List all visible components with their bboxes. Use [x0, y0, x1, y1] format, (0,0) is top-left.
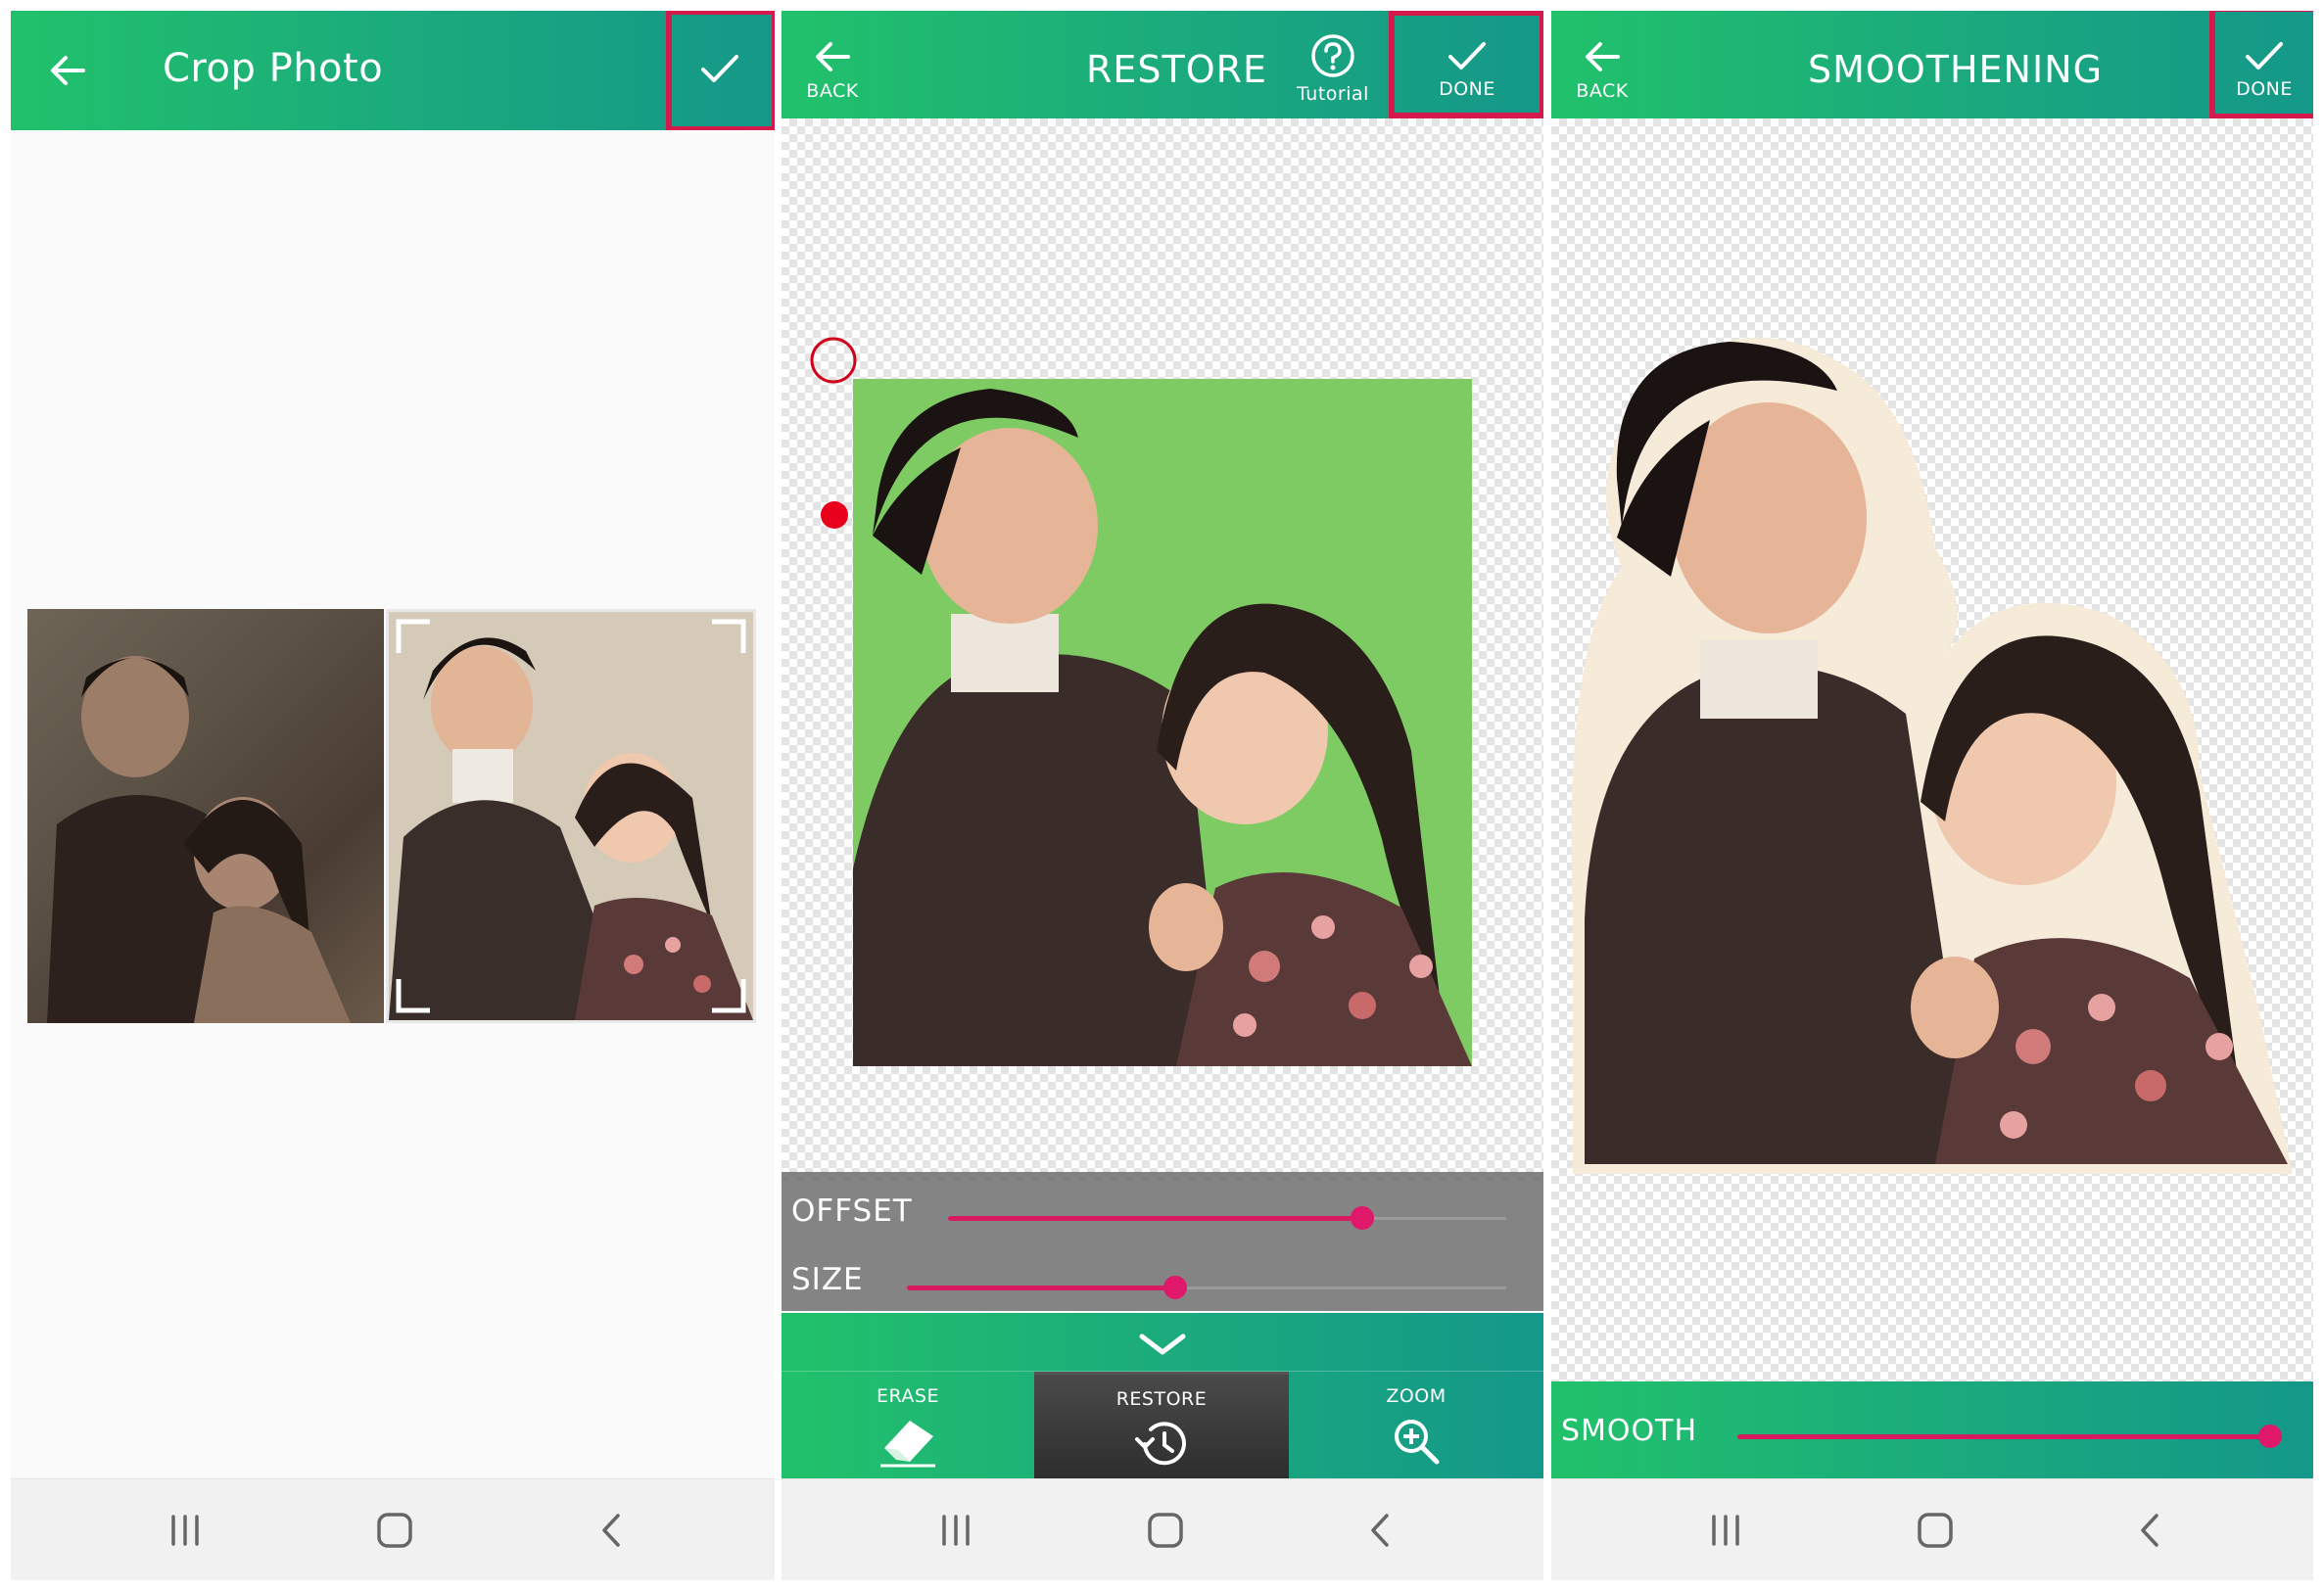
offset-slider-thumb[interactable] [1351, 1206, 1374, 1230]
back-nav-icon[interactable] [2131, 1511, 2170, 1550]
crop-canvas [11, 130, 775, 1478]
back-button[interactable]: BACK [1573, 28, 1632, 111]
size-slider-thumb[interactable] [1163, 1276, 1187, 1299]
restore-canvas[interactable] [782, 118, 1543, 1182]
help-circle-icon [1311, 34, 1354, 77]
check-icon [1448, 42, 1486, 70]
tutorial-button[interactable]: Tutorial [1289, 24, 1377, 113]
zoom-in-icon [1395, 1420, 1440, 1465]
recent-apps-icon[interactable] [166, 1511, 205, 1550]
arrow-left-icon [816, 42, 850, 71]
home-icon[interactable] [375, 1511, 414, 1550]
smooth-slider-thumb[interactable] [2258, 1425, 2282, 1448]
zoom-tool[interactable]: ZOOM [1289, 1372, 1543, 1479]
done-button[interactable]: DONE [2217, 26, 2311, 113]
home-icon[interactable] [1916, 1511, 1955, 1550]
smooth-toolbar: BACK SMOOTHENING DONE [1551, 11, 2313, 119]
home-icon[interactable] [1146, 1511, 1185, 1550]
recent-apps-icon[interactable] [1706, 1511, 1745, 1550]
done-label: DONE [2236, 78, 2293, 100]
restore-toolbar: BACK RESTORE Tutorial DONE [782, 11, 1543, 118]
back-nav-icon[interactable] [1361, 1511, 1400, 1550]
brush-cursor-ring[interactable] [809, 336, 858, 385]
arrow-left-icon [1586, 42, 1620, 71]
restore-history-icon [1135, 1422, 1186, 1466]
done-button[interactable]: DONE [1399, 26, 1536, 113]
tool-bar: ERASE RESTORE ZOOM [782, 1313, 1543, 1479]
back-nav-icon[interactable] [593, 1511, 632, 1550]
cutout-subject [1571, 338, 2293, 1174]
crop-corner-handles[interactable] [389, 612, 753, 1020]
chevron-down-icon[interactable] [1138, 1333, 1187, 1358]
restore-screen: BACK RESTORE Tutorial DONE OFFSET SIZE E… [782, 11, 1543, 1580]
restore-tool[interactable]: RESTORE [1034, 1372, 1289, 1479]
system-nav-bar [782, 1478, 1543, 1580]
smooth-label: SMOOTH [1561, 1414, 1698, 1448]
smooth-fill [1737, 1434, 2282, 1439]
arrow-left-icon[interactable] [48, 51, 87, 90]
crop-photo-screen: Crop Photo [11, 11, 775, 1580]
restore-label: RESTORE [1115, 1388, 1208, 1410]
page-title: SMOOTHENING [1808, 48, 2104, 91]
edited-photo [853, 379, 1472, 1066]
crop-toolbar: Crop Photo [11, 11, 775, 132]
photo-dimmed-region [27, 609, 384, 1023]
smooth-panel: SMOOTH [1551, 1381, 2313, 1478]
crop-selection-area[interactable] [386, 609, 756, 1023]
offset-label: OFFSET [791, 1193, 913, 1229]
size-label: SIZE [791, 1262, 864, 1297]
system-nav-bar [1551, 1478, 2313, 1580]
system-nav-bar [11, 1478, 775, 1580]
smoothening-screen: BACK SMOOTHENING DONE SMOOTH [1551, 11, 2313, 1580]
recent-apps-icon[interactable] [936, 1511, 975, 1550]
brush-touch-point[interactable] [820, 500, 849, 530]
back-button[interactable]: BACK [803, 28, 862, 111]
done-label: DONE [1439, 78, 1495, 100]
back-label: BACK [1576, 80, 1629, 102]
page-title: RESTORE [1086, 48, 1268, 91]
brush-settings-panel: OFFSET SIZE [782, 1172, 1543, 1311]
check-icon [2246, 42, 2283, 70]
zoom-label: ZOOM [1386, 1385, 1447, 1407]
check-icon[interactable] [699, 52, 740, 87]
back-label: BACK [806, 80, 859, 102]
eraser-icon [880, 1421, 935, 1468]
offset-fill [948, 1216, 1361, 1221]
erase-tool[interactable]: ERASE [782, 1372, 1034, 1479]
page-title: Crop Photo [163, 46, 384, 91]
tutorial-label: Tutorial [1297, 83, 1369, 105]
size-fill [907, 1286, 1175, 1290]
erase-label: ERASE [877, 1385, 939, 1407]
smooth-canvas[interactable] [1551, 118, 2313, 1381]
